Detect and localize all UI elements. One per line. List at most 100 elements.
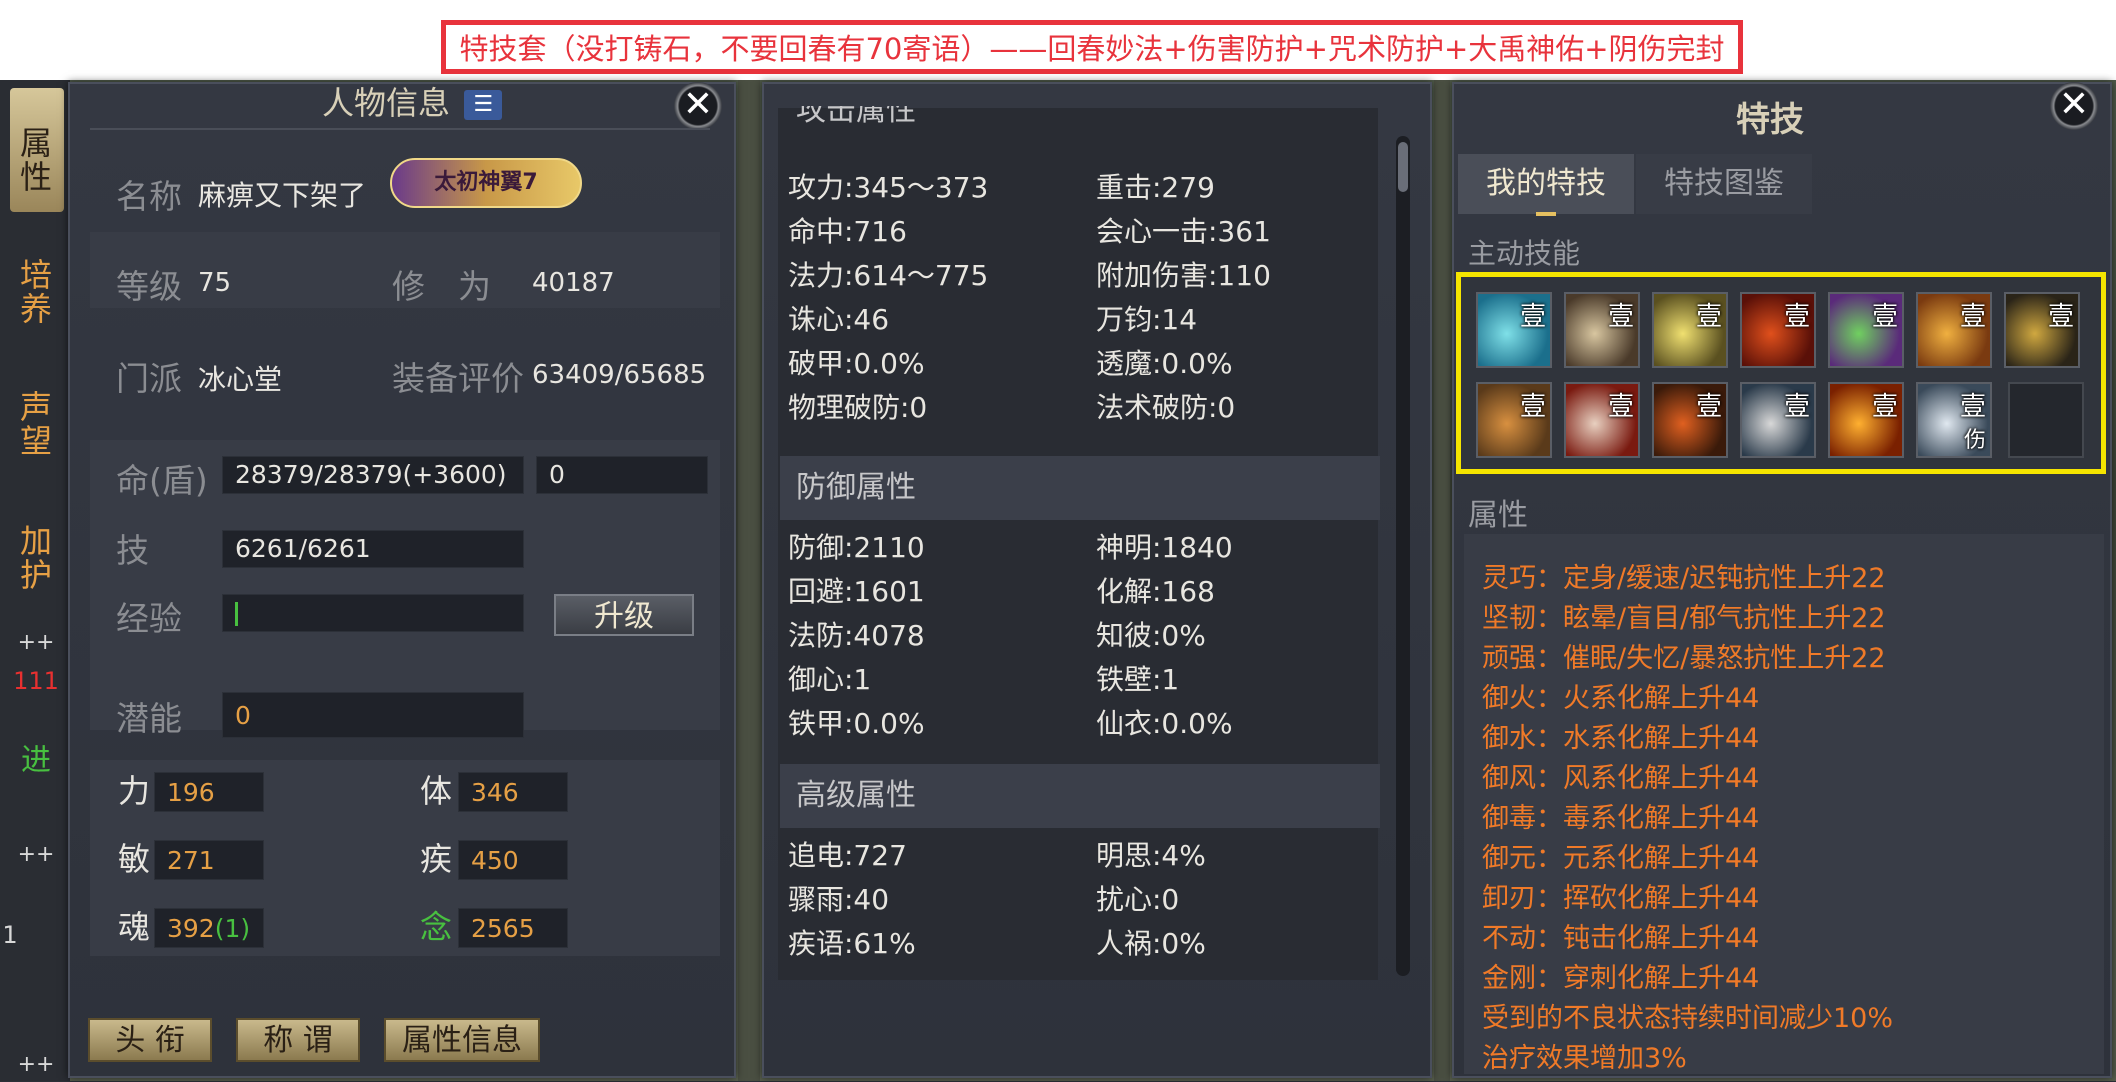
equip-score-label: 装备评价 — [392, 359, 524, 398]
side-fragment-plus-2: ++ — [17, 842, 55, 867]
skill-point-field: 6261/6261 — [222, 530, 524, 568]
stat-value: 命中:716 — [788, 215, 907, 248]
potential-field: 0 — [222, 692, 524, 738]
title-divider — [90, 128, 710, 130]
attributes-label: 属性 — [1468, 498, 1528, 533]
side-fragment-advance: 进 — [21, 743, 51, 778]
side-tab-cultivate[interactable]: 培 养 — [8, 258, 64, 326]
advanced-section-header: 高级属性 — [780, 764, 1380, 828]
attribute-line: 灵巧：定身/缓速/迟钝抗性上升22 — [1482, 563, 1886, 594]
attribute-line: 受到的不良状态持续时间减少10% — [1482, 1003, 1894, 1034]
title-button[interactable]: 头 衔 — [88, 1018, 212, 1062]
exp-label: 经验 — [116, 599, 182, 638]
dark-mage-icon[interactable]: 壹 — [1652, 382, 1728, 458]
upgrade-button[interactable]: 升级 — [554, 594, 694, 636]
stat-value: 仙衣:0.0% — [1096, 707, 1233, 740]
stat-value: 御心:1 — [788, 663, 872, 696]
side-fragment-plus: ++ — [17, 630, 55, 655]
attr-mind-label: 念 — [420, 908, 453, 946]
stat-value: 透魔:0.0% — [1096, 347, 1233, 380]
potential-label: 潜能 — [116, 699, 182, 738]
attribute-line: 治疗效果增加3% — [1482, 1043, 1687, 1074]
skill-rank-label: 壹 — [1959, 302, 1986, 332]
attr-strength-value: 196 — [154, 772, 264, 812]
skill-rank-label: 壹 — [1871, 392, 1898, 422]
side-tab-reputation[interactable]: 声 望 — [8, 390, 64, 458]
stat-value: 附加伤害:110 — [1096, 259, 1271, 292]
scroll-talisman-icon[interactable]: 壹 — [1740, 382, 1816, 458]
background-gap-1 — [738, 80, 760, 1081]
fire-demon-icon[interactable]: 壹 — [1740, 292, 1816, 368]
skill-rank-label: 壹 — [1959, 392, 1986, 422]
school-label: 门派 — [116, 359, 182, 398]
active-skills-label: 主动技能 — [1468, 237, 1581, 270]
list-toggle-icon[interactable]: ☰ — [464, 90, 503, 120]
attribute-line: 御风：风系化解上升44 — [1482, 763, 1760, 794]
gear-sun-icon[interactable]: 壹 — [2004, 292, 2080, 368]
attr-soul-label: 魂 — [118, 908, 151, 946]
tab-skill-codex[interactable]: 特技图鉴 — [1636, 154, 1812, 214]
attr-constitution-value: 346 — [458, 772, 568, 812]
xiuwei-value: 40187 — [532, 268, 615, 298]
shield-field: 0 — [536, 456, 708, 494]
blade-slash-icon[interactable]: 壹 — [1564, 292, 1640, 368]
skill-rank-label: 壹 — [1871, 302, 1898, 332]
flame-strike-icon[interactable]: 壹 — [1828, 382, 1904, 458]
attribute-line: 不动：钝击化解上升44 — [1482, 923, 1760, 954]
side-tab-protection[interactable]: 加 护 — [8, 524, 64, 592]
level-value: 75 — [198, 268, 232, 298]
skill-point-label: 技 — [116, 531, 149, 570]
stat-value: 化解:168 — [1096, 575, 1215, 608]
side-fragment-one: 1 — [2, 921, 18, 949]
armored-warrior-icon[interactable]: 壹 — [1476, 382, 1552, 458]
skill-slot-empty[interactable] — [2008, 382, 2084, 458]
attribute-line: 御毒：毒系化解上升44 — [1482, 803, 1760, 834]
character-panel-title: 人物信息 ☰ — [322, 78, 503, 124]
red-explosion-icon[interactable]: 壹 — [1564, 382, 1640, 458]
lightning-burst-icon[interactable]: 壹 — [1652, 292, 1728, 368]
attr-speed-value: 450 — [458, 840, 568, 880]
attr-strength-label: 力 — [118, 772, 151, 810]
rainbow-wave-icon[interactable]: 壹 — [1828, 292, 1904, 368]
stat-value: 法术破防:0 — [1096, 391, 1236, 424]
cyan-swirl-icon[interactable]: 壹 — [1476, 292, 1552, 368]
character-panel-title-text: 人物信息 — [322, 84, 451, 122]
stat-value: 防御:2110 — [788, 531, 925, 564]
skill-rank-label: 壹 — [1695, 302, 1722, 332]
attr-agility-label: 敏 — [118, 840, 151, 878]
silver-shield-icon[interactable]: 壹伤 — [1916, 382, 1992, 458]
skill-rank-label: 壹 — [1607, 302, 1634, 332]
exp-bar-fill — [235, 602, 238, 626]
attr-soul-bonus: (1) — [214, 914, 251, 943]
stat-value: 万钧:14 — [1096, 303, 1198, 336]
skill-sub-label: 伤 — [1963, 428, 1986, 453]
skill-rank-label: 壹 — [1695, 392, 1722, 422]
school-value: 冰心堂 — [198, 363, 283, 396]
banner-caption: 特技套（没打铸石，不要回春有70寄语）——回春妙法+伤害防护+咒术防护+大禹神佑… — [441, 20, 1743, 74]
side-tab-attributes-label: 属 性 — [19, 124, 52, 196]
wing-badge: 太初神翼7 — [390, 158, 582, 208]
stat-value: 会心一击:361 — [1096, 215, 1271, 248]
stats-scrollbar-thumb[interactable] — [1398, 142, 1408, 192]
tab-my-skills[interactable]: 我的特技 — [1458, 154, 1634, 214]
appellation-button[interactable]: 称 谓 — [236, 1018, 360, 1062]
skill-rank-label: 壹 — [1783, 302, 1810, 332]
hp-field: 28379/28379(+3600) — [222, 456, 524, 494]
character-panel-close-icon[interactable]: ✕ — [674, 82, 722, 130]
stat-value: 重击:279 — [1096, 171, 1215, 204]
stat-value: 法力:614～775 — [788, 259, 989, 292]
attribute-info-button[interactable]: 属性信息 — [384, 1018, 540, 1062]
attribute-line: 御元：元系化解上升44 — [1482, 843, 1760, 874]
stat-value: 追电:727 — [788, 839, 907, 872]
skill-rank-label: 壹 — [1519, 392, 1546, 422]
golden-fan-icon[interactable]: 壹 — [1916, 292, 1992, 368]
stat-value: 法防:4078 — [788, 619, 925, 652]
stats-scrollbar[interactable] — [1396, 136, 1410, 976]
equip-score-value: 63409/65685 — [532, 360, 707, 390]
attribute-line: 金刚：穿刺化解上升44 — [1482, 963, 1760, 994]
attack-section-header-partial: 攻击属性 — [796, 106, 916, 128]
skill-panel-close-icon[interactable]: ✕ — [2050, 82, 2098, 130]
wing-badge-text: 太初神翼7 — [434, 170, 538, 195]
stat-value: 物理破防:0 — [788, 391, 928, 424]
stat-value: 知彼:0% — [1096, 619, 1206, 652]
